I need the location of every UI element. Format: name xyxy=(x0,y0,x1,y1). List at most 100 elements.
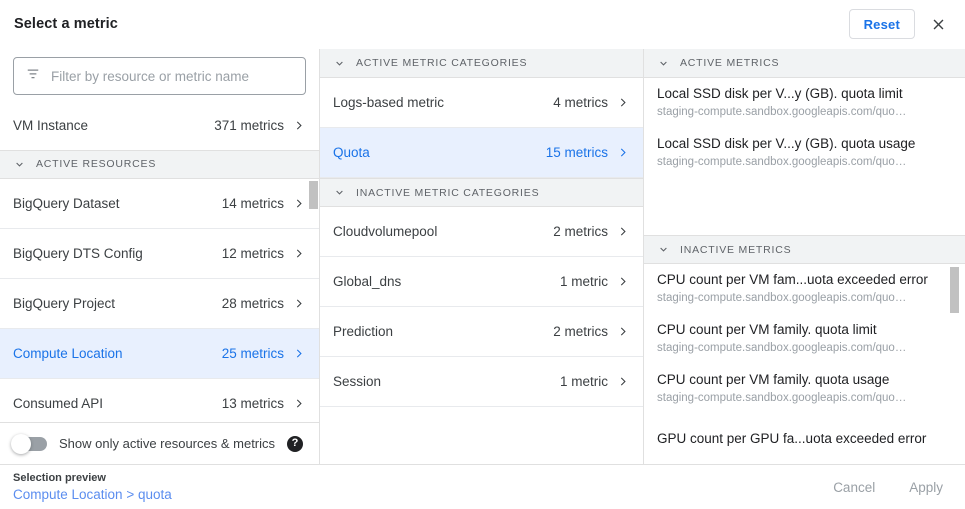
inactive-metric-item-title: CPU count per VM family. quota limit xyxy=(657,321,952,339)
resource-item-count: 28 metrics xyxy=(222,296,306,311)
resource-list-scrollbar[interactable] xyxy=(309,181,318,209)
active-metric-item-title: Local SSD disk per V...y (GB). quota usa… xyxy=(657,135,952,153)
chevron-right-icon xyxy=(293,297,306,310)
page-title: Select a metric xyxy=(14,16,118,32)
active-metric-item-row[interactable]: Local SSD disk per V...y (GB). quota lim… xyxy=(644,78,965,128)
selection-preview-path[interactable]: Compute Location > quota xyxy=(13,486,172,504)
chevron-right-icon xyxy=(617,325,630,338)
inactive-metric-item-subtitle: staging-compute.sandbox.googleapis.com/q… xyxy=(657,390,952,406)
inactive-metric-item-title: CPU count per VM family. quota usage xyxy=(657,371,952,389)
inactive-category-item-label: Session xyxy=(333,374,381,389)
help-icon[interactable]: ? xyxy=(287,436,303,452)
inactive-metric-scrollbar[interactable] xyxy=(950,267,959,313)
active-metric-item-row[interactable]: Local SSD disk per V...y (GB). quota usa… xyxy=(644,128,965,178)
inactive-category-item-label: Cloudvolumepool xyxy=(333,224,437,239)
dialog-footer: Selection preview Compute Location > quo… xyxy=(0,464,965,509)
active-only-toggle-row: Show only active resources & metrics ? xyxy=(0,422,319,464)
inactive-category-item-count-text: 1 metric xyxy=(560,374,608,389)
search-area xyxy=(0,49,319,101)
resource-item-count-text: 25 metrics xyxy=(222,346,284,361)
section-header-inactive-metrics[interactable]: INACTIVE METRICS xyxy=(644,235,965,264)
resource-count-text: 371 metrics xyxy=(214,118,284,133)
inactive-category-item-row[interactable]: Cloudvolumepool 2 metrics xyxy=(320,207,643,257)
close-button[interactable] xyxy=(925,11,951,37)
inactive-metric-item-row[interactable]: CPU count per VM fam...uota exceeded err… xyxy=(644,264,965,314)
inactive-metric-item-title: GPU count per GPU fa...uota exceeded err… xyxy=(657,430,952,448)
inactive-category-item-row[interactable]: Global_dns1 metric xyxy=(320,257,643,307)
inactive-category-item-count-text: 2 metrics xyxy=(553,224,608,239)
close-icon xyxy=(930,16,947,33)
chevron-right-icon xyxy=(617,146,630,159)
inactive-category-item-count-text: 2 metrics xyxy=(553,324,608,339)
inactive-metric-item-subtitle: staging-compute.sandbox.googleapis.com/q… xyxy=(657,340,952,356)
active-category-item-label: Logs-based metric xyxy=(333,95,444,110)
inactive-category-item-label: Prediction xyxy=(333,324,393,339)
resource-item-row[interactable]: BigQuery DTS Config12 metrics xyxy=(0,229,319,279)
selection-preview-title: Selection preview xyxy=(13,471,172,486)
resource-item-count: 25 metrics xyxy=(222,346,306,361)
search-box[interactable] xyxy=(13,57,306,95)
reset-button[interactable]: Reset xyxy=(849,9,915,39)
active-metric-item-subtitle: staging-compute.sandbox.googleapis.com/q… xyxy=(657,154,952,170)
section-header-active-metric-categories[interactable]: ACTIVE METRIC CATEGORIES xyxy=(320,49,643,78)
metrics-column: ACTIVE METRICS Local SSD disk per V...y … xyxy=(644,49,965,464)
active-category-item-row[interactable]: Quota15 metrics xyxy=(320,128,643,178)
apply-button[interactable]: Apply xyxy=(903,476,949,499)
section-header-label: INACTIVE METRIC CATEGORIES xyxy=(356,187,539,199)
chevron-right-icon xyxy=(293,397,306,410)
resource-item-count-text: 28 metrics xyxy=(222,296,284,311)
active-category-item-count-text: 15 metrics xyxy=(546,145,608,160)
active-category-item-count: 4 metrics xyxy=(553,95,630,110)
resource-item-count-text: 14 metrics xyxy=(222,196,284,211)
resource-item-label: BigQuery Dataset xyxy=(13,196,120,211)
chevron-right-icon xyxy=(617,96,630,109)
resource-item-row[interactable]: BigQuery Project28 metrics xyxy=(0,279,319,329)
header-actions: Reset xyxy=(849,9,951,39)
show-only-active-toggle[interactable] xyxy=(13,437,47,451)
chevron-right-icon xyxy=(617,275,630,288)
inactive-category-list[interactable]: Cloudvolumepool 2 metrics Global_dns1 metr… xyxy=(320,207,643,464)
inactive-metric-item-row[interactable]: CPU count per VM family. quota limitstag… xyxy=(644,314,965,364)
footer-actions: Cancel Apply xyxy=(827,476,949,499)
chevron-right-icon xyxy=(293,197,306,210)
filter-icon xyxy=(24,65,42,88)
section-header-active-metrics[interactable]: ACTIVE METRICS xyxy=(644,49,965,78)
active-metric-list[interactable]: Local SSD disk per V...y (GB). quota lim… xyxy=(644,78,965,235)
chevron-right-icon xyxy=(293,347,306,360)
resource-count: 371 metrics xyxy=(214,118,306,133)
search-input[interactable] xyxy=(51,69,295,84)
dialog-body: VM Instance 371 metrics ACTIVE RE xyxy=(0,48,965,464)
resource-item-row[interactable]: Compute Location 25 metrics xyxy=(0,329,319,379)
chevron-down-icon xyxy=(657,57,670,70)
active-metric-item-title: Local SSD disk per V...y (GB). quota lim… xyxy=(657,85,952,103)
resource-item-count: 14 metrics xyxy=(222,196,306,211)
resource-label: VM Instance xyxy=(13,118,88,133)
resource-item-label: Consumed API xyxy=(13,396,103,411)
chevron-right-icon xyxy=(617,225,630,238)
inactive-category-item-count-text: 1 metric xyxy=(560,274,608,289)
resource-item-row[interactable]: BigQuery Dataset 14 metrics xyxy=(0,179,319,229)
inactive-category-item-row[interactable]: Prediction 2 metrics xyxy=(320,307,643,357)
inactive-metric-list[interactable]: CPU count per VM fam...uota exceeded err… xyxy=(644,264,965,464)
toggle-label: Show only active resources & metrics xyxy=(59,436,275,451)
section-header-active-resources[interactable]: ACTIVE RESOURCES xyxy=(0,150,319,179)
inactive-metric-item-row[interactable]: GPU count per GPU fa...uota exceeded err… xyxy=(644,414,965,464)
metric-categories-column: ACTIVE METRIC CATEGORIES Logs-based metr… xyxy=(320,49,644,464)
resource-list[interactable]: BigQuery Dataset 14 metrics BigQuery DTS C… xyxy=(0,179,319,422)
active-category-list[interactable]: Logs-based metric 4 metrics Quota15 metric… xyxy=(320,78,643,178)
inactive-category-item-row[interactable]: Session 1 metric xyxy=(320,357,643,407)
inactive-category-item-count: 1 metric xyxy=(560,374,630,389)
chevron-down-icon xyxy=(13,158,26,171)
section-header-label: ACTIVE METRIC CATEGORIES xyxy=(356,57,527,69)
resource-item-label: Compute Location xyxy=(13,346,123,361)
inactive-metric-item-row[interactable]: CPU count per VM family. quota usagestag… xyxy=(644,364,965,414)
dialog-header: Select a metric Reset xyxy=(0,0,965,48)
cancel-button[interactable]: Cancel xyxy=(827,476,881,499)
resource-row-vm-instance[interactable]: VM Instance 371 metrics xyxy=(0,101,319,150)
section-header-label: ACTIVE METRICS xyxy=(680,57,779,69)
active-metric-item-subtitle: staging-compute.sandbox.googleapis.com/q… xyxy=(657,104,952,120)
section-header-inactive-metric-categories[interactable]: INACTIVE METRIC CATEGORIES xyxy=(320,178,643,207)
active-category-item-row[interactable]: Logs-based metric 4 metrics xyxy=(320,78,643,128)
chevron-down-icon xyxy=(333,57,346,70)
resource-item-row[interactable]: Consumed API13 metrics xyxy=(0,379,319,422)
